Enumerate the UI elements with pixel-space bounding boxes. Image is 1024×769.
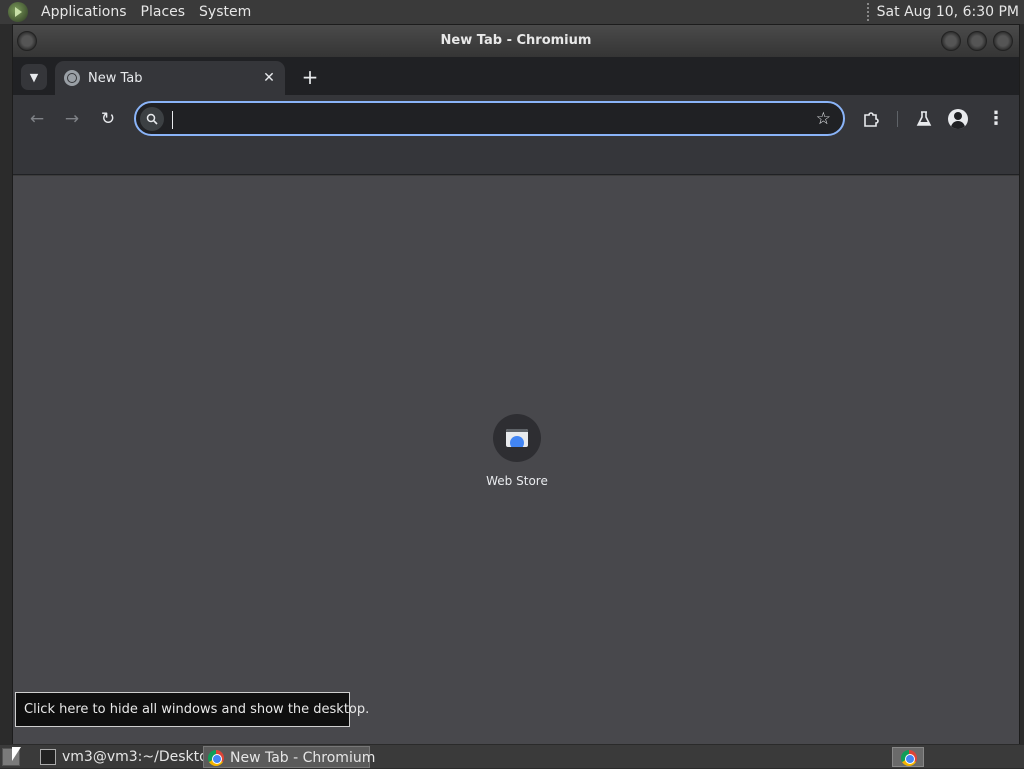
distro-logo-icon[interactable] [8,2,28,22]
tab-strip: ▼ New Tab ✕ + [13,57,1019,95]
top-panel: Applications Places System Sat Aug 10, 6… [0,0,1024,24]
tab-new-tab[interactable]: New Tab ✕ [55,61,285,95]
labs-flask-icon [916,111,932,126]
window-menu-button[interactable] [17,31,37,51]
profile-icon[interactable] [948,109,968,129]
taskbar-item-label: New Tab - Chromium [230,750,376,766]
mouse-pointer-icon [12,747,21,761]
new-tab-page: Web Store [13,176,1019,745]
taskbar-item-chromium[interactable]: New Tab - Chromium [203,746,375,768]
chromium-icon [208,750,224,766]
bottom-panel: vm3@vm3:~/Desktop New Tab - Chromium [0,744,1024,768]
more-menu-icon: ⋮ [987,108,1005,129]
places-menu[interactable]: Places [134,0,193,24]
reload-button[interactable]: ↻ [95,107,121,131]
browser-window: New Tab - Chromium ▼ New Tab ✕ + ← → ↻ ☆… [12,24,1020,745]
globe-icon [64,70,80,86]
taskbar-item-label: vm3@vm3:~/Desktop [62,749,217,765]
extensions-button[interactable] [858,107,884,131]
taskbar-item-terminal[interactable]: vm3@vm3:~/Desktop [36,746,217,768]
labs-button[interactable] [911,107,937,131]
plus-icon: + [301,65,319,89]
panel-separator [866,3,869,21]
toolbar-separator [897,111,898,127]
reload-icon: ↻ [100,109,116,129]
system-menu[interactable]: System [192,0,258,24]
minimize-button[interactable] [941,31,961,51]
bookmark-star-icon[interactable]: ☆ [816,109,831,129]
window-title: New Tab - Chromium [440,33,592,48]
show-desktop-tooltip: Click here to hide all windows and show … [15,692,369,727]
clock[interactable]: Sat Aug 10, 6:30 PM [877,4,1024,20]
back-arrow-icon: ← [29,109,45,129]
address-input[interactable] [170,108,790,130]
shortcut-web-store[interactable]: Web Store [471,414,563,498]
tray-chromium-button[interactable] [892,747,924,767]
chromium-icon [901,750,917,766]
extensions-icon [864,112,879,127]
shortcut-label: Web Store [486,474,548,488]
chevron-down-icon: ▼ [29,70,39,84]
tab-search-button[interactable]: ▼ [21,64,47,90]
back-button[interactable]: ← [24,107,50,131]
window-titlebar[interactable]: New Tab - Chromium [13,25,1019,57]
forward-arrow-icon: → [64,109,80,129]
more-menu-button[interactable]: ⋮ [983,107,1009,131]
web-store-icon [506,429,528,447]
address-bar[interactable]: ☆ [134,101,845,136]
maximize-button[interactable] [967,31,987,51]
browser-toolbar: ← → ↻ ☆ ⋮ [13,95,1019,175]
close-window-button[interactable] [993,31,1013,51]
shortcut-tile [493,414,541,462]
text-cursor [172,111,173,129]
applications-menu[interactable]: Applications [34,0,134,24]
terminal-icon [40,749,56,765]
new-tab-button[interactable]: + [297,65,323,91]
search-icon [140,107,164,131]
forward-button[interactable]: → [59,107,85,131]
tab-title: New Tab [88,70,143,86]
close-tab-icon[interactable]: ✕ [259,70,279,86]
